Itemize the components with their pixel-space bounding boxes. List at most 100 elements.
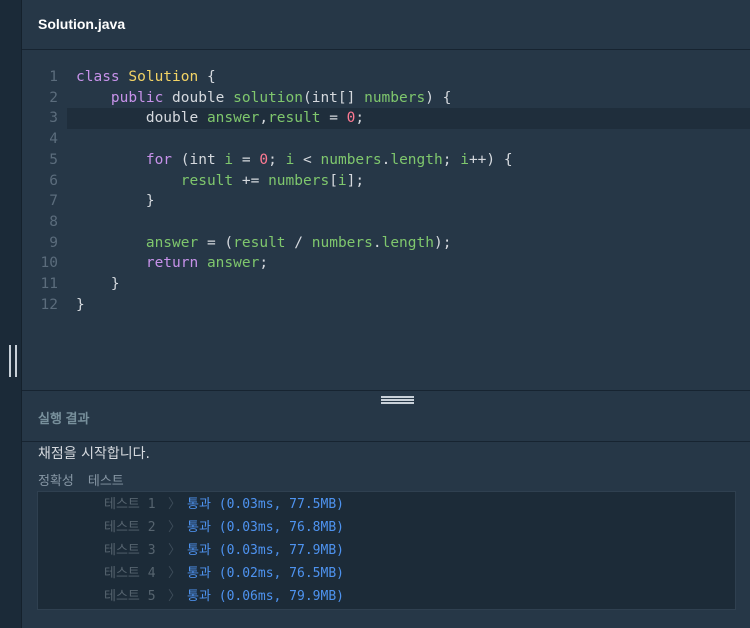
code-token: ) { (425, 89, 452, 106)
code-text: return answer; (76, 253, 268, 274)
line-number: 10 (40, 255, 58, 272)
code-token: double (172, 89, 234, 106)
result-panel-header: 실행 결과 (22, 391, 750, 442)
code-token: = (233, 151, 260, 168)
line-number: 6 (49, 172, 58, 189)
code-line[interactable]: 1 class Solution { (22, 67, 750, 88)
code-token: numbers (320, 151, 382, 168)
code-token: = (320, 110, 347, 127)
code-token: , (259, 110, 269, 127)
test-result-row[interactable]: 테스트 4 〉 통과 (0.02ms, 76.5MB) (38, 562, 735, 585)
line-number: 11 (40, 276, 58, 292)
code-token: (int[] (302, 89, 365, 106)
chevron-right-icon: 〉 (168, 520, 182, 535)
code-text: public double solution(int[] numbers) { (76, 88, 451, 109)
left-gutter-strip (0, 0, 22, 628)
code-text: for (int i = 0; i < numbers.length; i++)… (76, 150, 513, 171)
code-line[interactable]: 2 public double solution(int[] numbers) … (22, 88, 750, 109)
code-line[interactable]: 4 (22, 129, 750, 150)
code-token: answer (206, 255, 260, 272)
code-token: result (233, 234, 286, 251)
section-label-accuracy: 정확성 (38, 474, 74, 489)
vertical-resize-handle[interactable] (9, 345, 17, 377)
code-text: } (76, 295, 85, 316)
code-token: ; (355, 110, 365, 127)
code-token: (int (180, 151, 225, 168)
code-token: 0 (259, 151, 269, 168)
code-token: class (76, 69, 129, 85)
code-token: result (180, 172, 234, 189)
code-token: numbers (364, 89, 426, 106)
code-token: . (372, 234, 382, 251)
line-number: 4 (49, 131, 58, 148)
line-number: 9 (49, 234, 58, 251)
code-token: result (268, 110, 321, 127)
test-results-list: 테스트 1 〉 통과 (0.03ms, 77.5MB) 테스트 2 〉 통과 (0.03m… (37, 491, 736, 610)
test-name-label: 테스트 2 (104, 520, 156, 535)
code-token: += (233, 172, 269, 189)
test-result-row[interactable]: 테스트 3 〉 통과 (0.03ms, 77.9MB) (38, 539, 735, 562)
line-number: 5 (49, 151, 58, 168)
code-token: } (76, 276, 120, 292)
code-token: / (285, 234, 312, 251)
code-token: length (390, 151, 443, 168)
code-token: [ (329, 172, 338, 189)
code-line[interactable]: 7 } (22, 191, 750, 212)
code-token: public (110, 89, 173, 106)
code-token: Solution (128, 69, 199, 85)
code-token: < (294, 151, 321, 168)
code-line[interactable]: 3 double answer,result = 0; (49, 108, 750, 130)
code-token: for (145, 151, 181, 168)
code-line[interactable]: 6 result += numbers[i]; (22, 171, 750, 192)
code-line[interactable]: 11 } (22, 274, 750, 295)
code-token: return (145, 255, 207, 272)
code-token: } (76, 296, 85, 313)
chevron-right-icon: 〉 (168, 566, 182, 581)
code-token: length (381, 234, 434, 251)
test-result-row[interactable]: 테스트 1 〉 통과 (0.03ms, 77.5MB) (38, 493, 735, 516)
code-token: = ( (198, 234, 234, 251)
code-token: double (76, 110, 207, 127)
code-line[interactable]: 5 for (int i = 0; i < numbers.length; i+… (22, 150, 750, 171)
test-name-label: 테스트 5 (104, 589, 156, 604)
code-text: } (76, 191, 155, 212)
code-token: answer (206, 110, 260, 127)
test-name-label: 테스트 1 (104, 497, 156, 512)
grading-message: 채점을 시작합니다. (38, 446, 150, 462)
test-name-label: 테스트 4 (104, 566, 156, 581)
test-result-row[interactable]: 테스트 2 〉 통과 (0.03ms, 76.8MB) (38, 516, 735, 539)
chevron-right-icon: 〉 (168, 589, 182, 604)
code-text: answer = (result / numbers.length); (76, 233, 452, 254)
code-editor[interactable]: 1 class Solution {2 public double solutio… (22, 50, 750, 390)
test-pass-result: 통과 (0.02ms, 76.5MB) (187, 566, 344, 581)
code-token: ]; (346, 172, 365, 189)
code-text: result += numbers[i]; (76, 171, 364, 192)
code-token: i (460, 151, 469, 168)
line-number: 8 (49, 213, 58, 230)
editor-tab-bar: Solution.java (22, 0, 750, 50)
test-pass-result: 통과 (0.03ms, 77.9MB) (187, 543, 344, 558)
line-number: 1 (49, 69, 58, 85)
code-line[interactable]: 10 return answer; (22, 253, 750, 274)
code-line[interactable]: 9 answer = (result / numbers.length); (22, 233, 750, 254)
code-token: { (198, 69, 216, 85)
result-panel-title: 실행 결과 (38, 411, 90, 426)
code-token: i (337, 172, 347, 189)
test-result-row[interactable]: 테스트 5 〉 통과 (0.06ms, 79.9MB) (38, 585, 735, 608)
line-number: 2 (49, 89, 58, 106)
code-token: ++) { (468, 151, 513, 168)
test-pass-result: 통과 (0.06ms, 79.9MB) (187, 589, 344, 604)
code-text: double answer,result = 0; (76, 108, 364, 129)
file-tab-title[interactable]: Solution.java (38, 16, 125, 32)
code-line[interactable]: 12} (22, 295, 750, 316)
code-token: solution (233, 89, 303, 106)
test-pass-result: 통과 (0.03ms, 77.5MB) (187, 497, 344, 512)
code-line[interactable]: 8 (22, 212, 750, 233)
code-text: } (76, 274, 120, 295)
code-token: ); (433, 234, 452, 251)
test-pass-result: 통과 (0.03ms, 76.8MB) (187, 520, 344, 535)
code-token: ; (442, 151, 461, 168)
